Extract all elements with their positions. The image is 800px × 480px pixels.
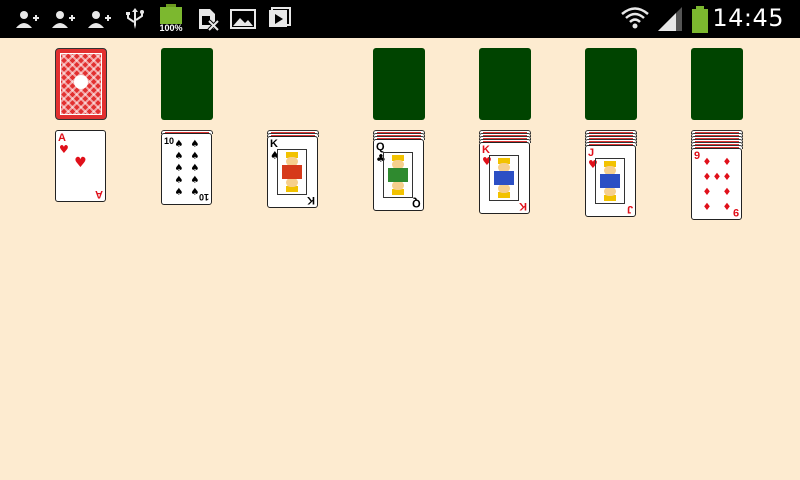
playing-card[interactable]: K ♥ K (479, 142, 530, 214)
status-bar: 100% 14:45 (0, 0, 800, 38)
person-add-icon (16, 11, 39, 28)
diamond-icon: ♦ (722, 202, 732, 213)
playing-card[interactable]: 10 ♠ ♠ ♠ ♠ ♠ ♠ ♠ ♠ ♠ ♠ 10 (161, 133, 212, 205)
spade-icon: ♠ (174, 175, 184, 186)
spade-icon: ♠ (190, 163, 200, 174)
gallery-icon (230, 9, 256, 29)
waste-pile[interactable] (161, 48, 213, 120)
playing-card[interactable]: Q ♣ Q (373, 139, 424, 211)
battery-full-icon: 100% (158, 4, 184, 34)
jack-portrait (595, 158, 625, 204)
person-add-icon (52, 11, 75, 28)
tableau-column-6[interactable]: J ♥ J (585, 130, 637, 220)
media-icon (269, 7, 291, 27)
tableau-column-1[interactable]: A ♥ ♥ A (55, 130, 107, 210)
diamond-icon: ♦ (702, 202, 712, 213)
spade-icon: ♠ (174, 151, 184, 162)
card-rank: K (307, 194, 315, 206)
spade-icon: ♠ (190, 175, 200, 186)
king-portrait (277, 149, 307, 195)
diamond-icon: ♦ (712, 172, 722, 183)
heart-icon: ♥ (59, 143, 69, 156)
solitaire-table[interactable]: A ♥ ♥ A 10 ♠ ♠ ♠ ♠ ♠ ♠ ♠ ♠ ♠ ♠ 10 K ♠ K … (0, 38, 800, 480)
spade-icon: ♠ (174, 139, 184, 150)
clock: 14:45 (712, 4, 784, 32)
diamond-icon: ♦ (722, 172, 732, 183)
tableau-column-5[interactable]: K ♥ K (479, 130, 531, 216)
card-rank: K (519, 200, 527, 212)
tableau-column-7[interactable]: 9 ♦ ♦ ♦ ♦ ♦ ♦ ♦ ♦ ♦ 9 (691, 130, 743, 222)
battery-percent-label: 100% (159, 23, 183, 33)
diamond-icon: ♦ (722, 187, 732, 198)
spade-icon: ♠ (174, 163, 184, 174)
diamond-icon: ♦ (702, 187, 712, 198)
king-portrait (489, 155, 519, 201)
diamond-icon: ♦ (702, 157, 712, 168)
tableau-column-2[interactable]: 10 ♠ ♠ ♠ ♠ ♠ ♠ ♠ ♠ ♠ ♠ 10 (161, 130, 213, 210)
diamond-icon: ♦ (722, 157, 732, 168)
playing-card[interactable]: J ♥ J (585, 145, 636, 217)
foundation-pile-4[interactable] (691, 48, 743, 120)
queen-portrait (383, 152, 413, 198)
card-rank: 10 (198, 192, 209, 202)
person-add-icon (88, 11, 111, 28)
spade-icon: ♠ (190, 151, 200, 162)
no-sim-icon (199, 9, 220, 31)
signal-icon (658, 7, 682, 31)
foundation-pile-2[interactable] (479, 48, 531, 120)
card-rank: J (626, 203, 633, 215)
playing-card[interactable]: A ♥ ♥ A (55, 130, 106, 202)
card-rank: 9 (694, 150, 701, 162)
spade-icon: ♠ (190, 139, 200, 150)
stock-pile[interactable] (55, 48, 107, 120)
battery-icon (692, 6, 708, 34)
card-rank: Q (412, 197, 421, 209)
playing-card[interactable]: K ♠ K (267, 136, 318, 208)
card-rank: 9 (732, 206, 739, 218)
wifi-icon (621, 7, 649, 29)
spade-icon: ♠ (174, 187, 184, 198)
heart-icon: ♥ (74, 155, 87, 171)
diamond-icon: ♦ (702, 172, 712, 183)
usb-icon (126, 8, 144, 29)
tableau-column-3[interactable]: K ♠ K (267, 130, 319, 210)
foundation-pile-1[interactable] (373, 48, 425, 120)
tableau-column-4[interactable]: Q ♣ Q (373, 130, 425, 214)
foundation-pile-3[interactable] (585, 48, 637, 120)
card-rank: A (95, 188, 103, 200)
playing-card[interactable]: 9 ♦ ♦ ♦ ♦ ♦ ♦ ♦ ♦ ♦ 9 (691, 148, 742, 220)
